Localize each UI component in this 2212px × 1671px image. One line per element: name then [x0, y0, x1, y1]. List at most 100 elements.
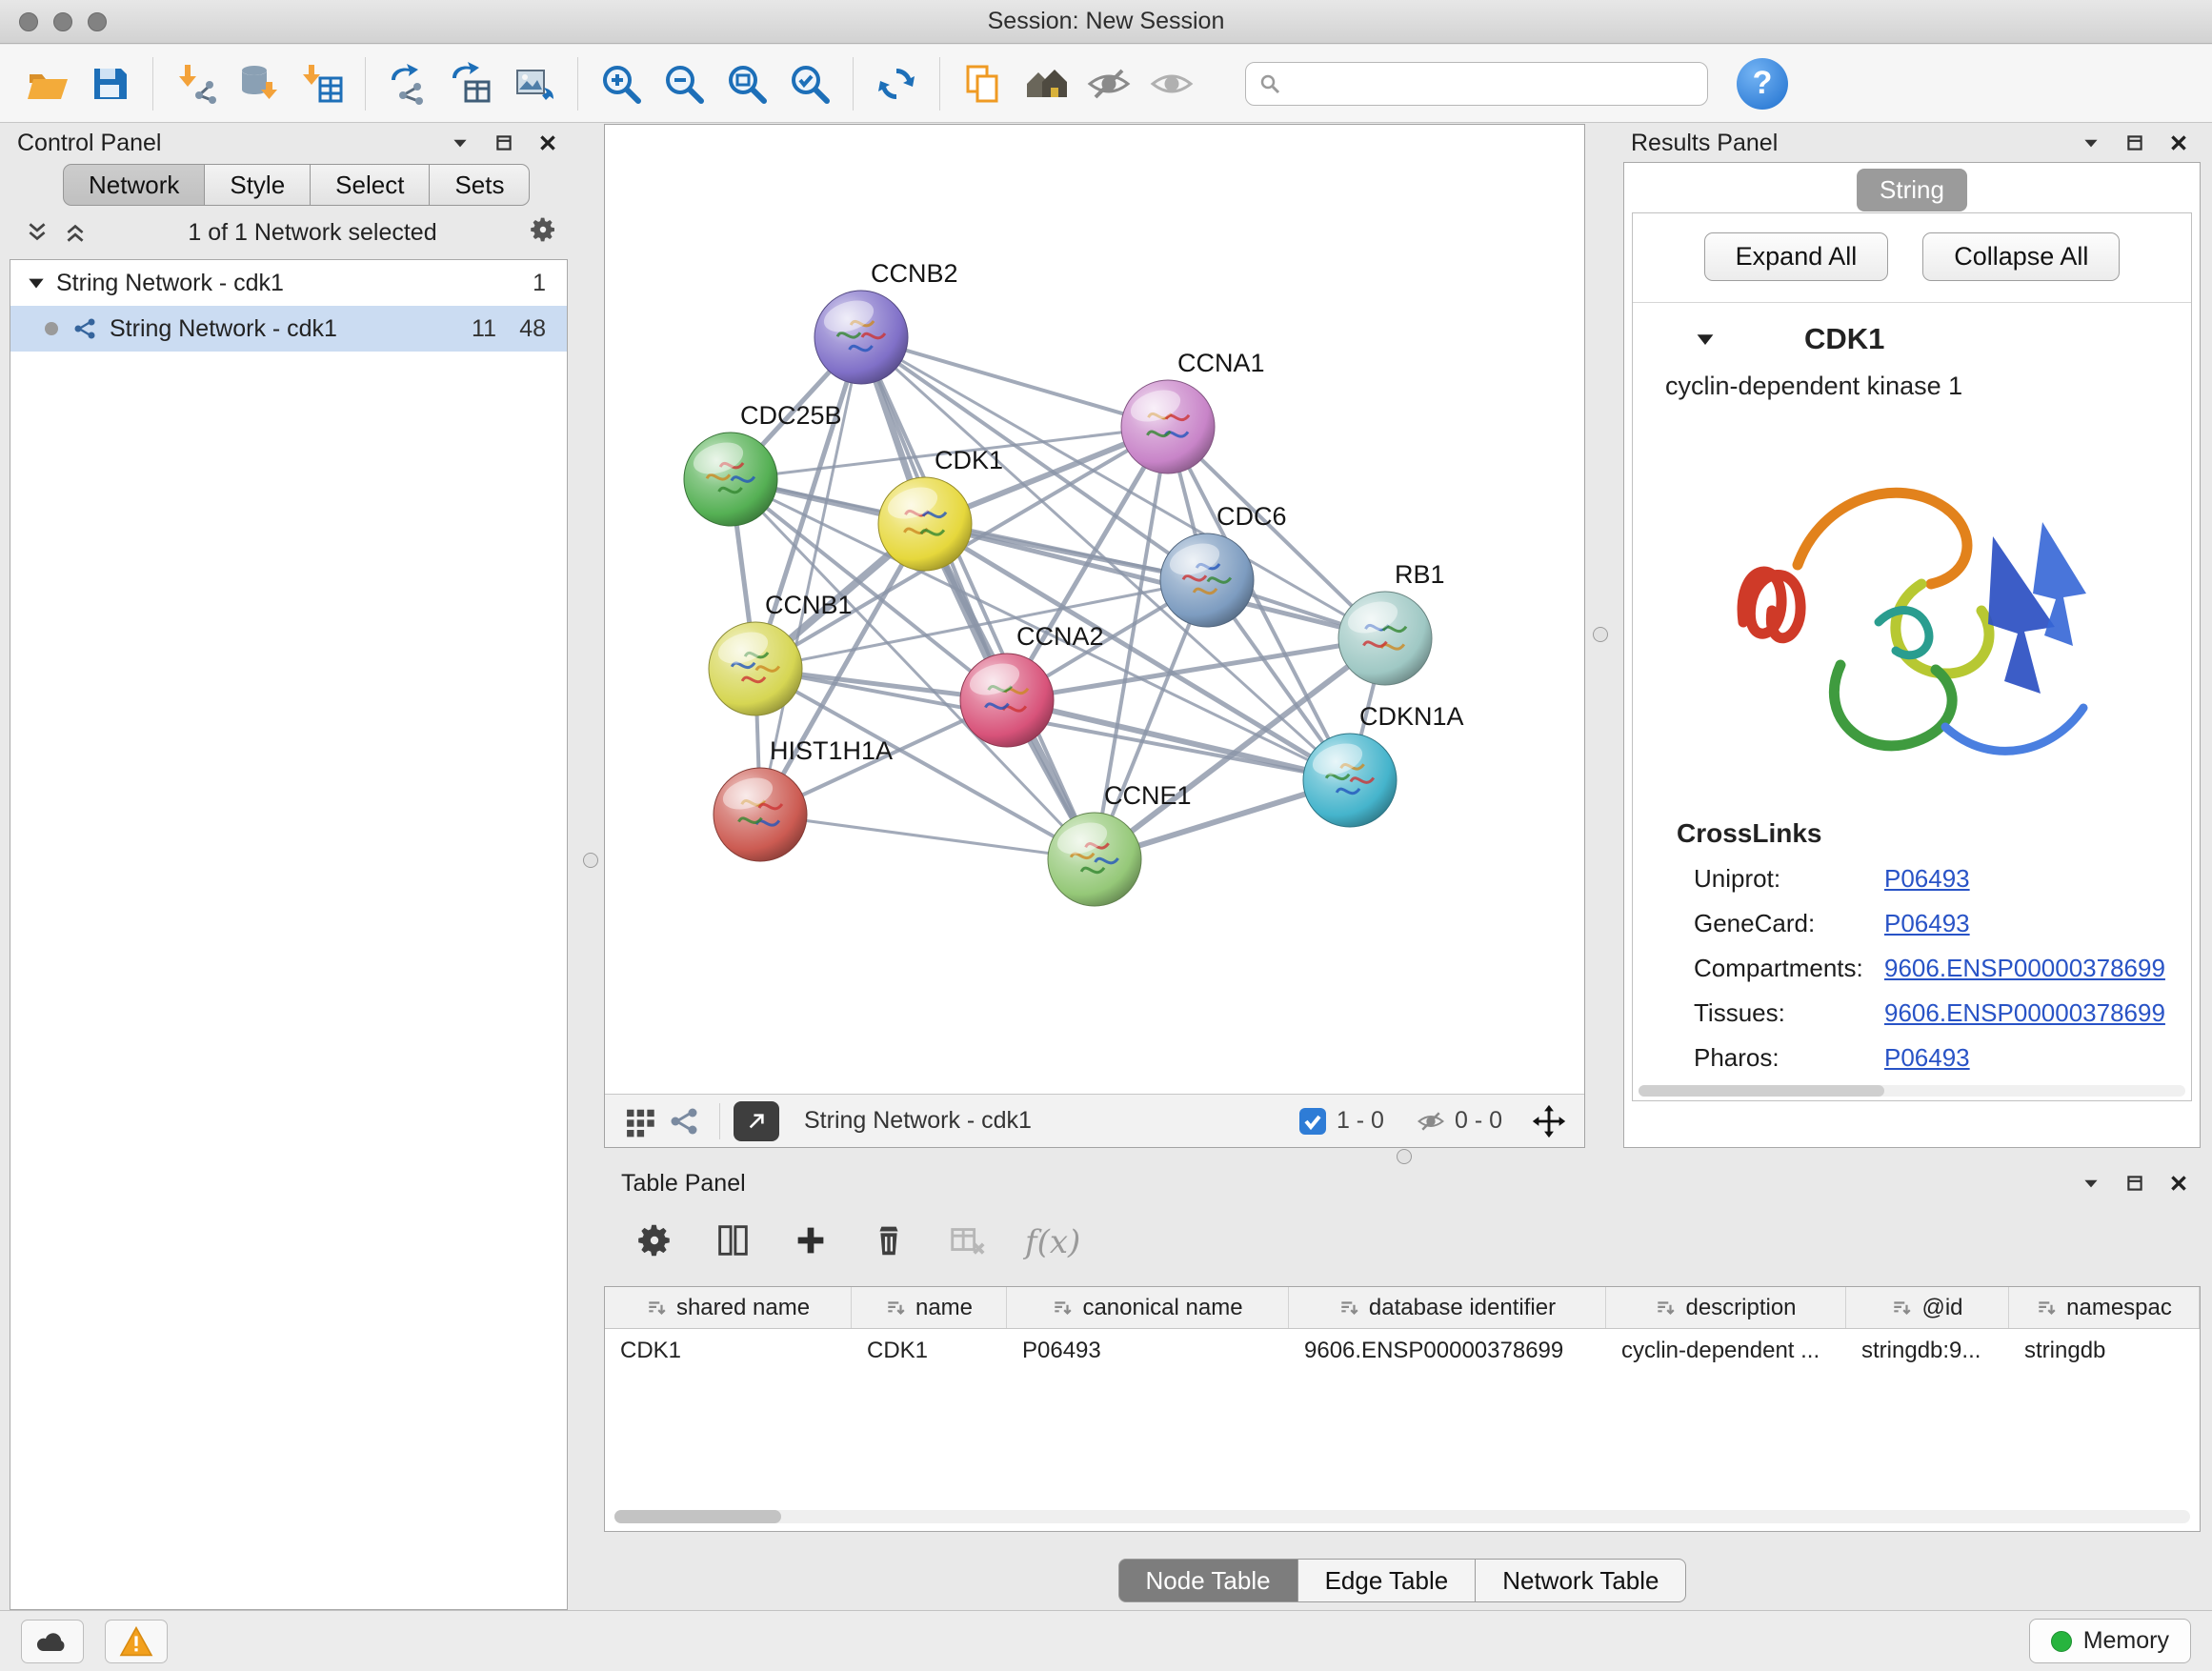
window-zoom-button[interactable]: [88, 12, 107, 31]
copy-document-icon: [960, 61, 1006, 107]
help-button[interactable]: ?: [1737, 58, 1788, 110]
tab-style[interactable]: Style: [204, 164, 311, 206]
close-panel-button[interactable]: [533, 129, 562, 157]
float-window-icon: [2124, 132, 2145, 153]
warnings-button[interactable]: [105, 1620, 168, 1663]
network-node-cdk1[interactable]: [878, 477, 972, 571]
crosslink-pharos-link[interactable]: P06493: [1884, 1043, 1970, 1073]
results-horizontal-scrollbar[interactable]: [1639, 1085, 2185, 1097]
tab-select[interactable]: Select: [310, 164, 430, 206]
panel-menu-button[interactable]: [2077, 1169, 2105, 1198]
import-network-file-button[interactable]: [165, 52, 228, 115]
create-column-button[interactable]: [791, 1220, 831, 1265]
splitter-handle[interactable]: [1593, 627, 1608, 642]
network-node-ccnb2[interactable]: [814, 291, 908, 384]
network-view-mode-button[interactable]: [662, 1101, 706, 1141]
network-node-ccne1[interactable]: [1048, 813, 1141, 906]
column-header-name[interactable]: name: [852, 1287, 1007, 1328]
crosslink-tissues-link[interactable]: 9606.ENSP00000378699: [1884, 998, 2165, 1028]
tab-node-table[interactable]: Node Table: [1118, 1559, 1298, 1602]
table-options-button[interactable]: [634, 1220, 674, 1265]
column-header-description[interactable]: description: [1606, 1287, 1846, 1328]
network-row[interactable]: String Network - cdk1 11 48: [10, 306, 567, 352]
function-builder-button[interactable]: f(x): [1025, 1223, 1080, 1261]
zoom-out-button[interactable]: [653, 52, 715, 115]
network-edge-ccnb2-ccna1[interactable]: [861, 337, 1168, 427]
column-header-namespace[interactable]: namespac: [2009, 1287, 2200, 1328]
home-button[interactable]: [1015, 52, 1077, 115]
main-toolbar: ?: [0, 45, 2212, 123]
copy-document-button[interactable]: [952, 52, 1015, 115]
table-row[interactable]: CDK1 CDK1 P06493 9606.ENSP00000378699 cy…: [605, 1329, 2200, 1373]
tab-network[interactable]: Network: [63, 164, 205, 206]
network-edge-ccne1-hist1h1a[interactable]: [760, 815, 1095, 859]
float-panel-button[interactable]: [2121, 1169, 2149, 1198]
show-all-button[interactable]: [1140, 52, 1203, 115]
checkbox-icon[interactable]: [1298, 1107, 1327, 1136]
collapse-all-button[interactable]: Collapse All: [1922, 232, 2120, 281]
tab-network-table[interactable]: Network Table: [1475, 1559, 1686, 1602]
tab-sets[interactable]: Sets: [429, 164, 530, 206]
network-node-rb1[interactable]: [1338, 592, 1432, 685]
cell-shared-name: CDK1: [605, 1338, 852, 1364]
float-panel-button[interactable]: [2121, 129, 2149, 157]
toolbar-separator: [365, 57, 366, 111]
hide-selected-button[interactable]: [1077, 52, 1140, 115]
detach-view-button[interactable]: [734, 1101, 779, 1141]
crosslink-compartments-link[interactable]: 9606.ENSP00000378699: [1884, 954, 2165, 983]
column-header-database-identifier[interactable]: database identifier: [1289, 1287, 1606, 1328]
memory-button[interactable]: Memory: [2029, 1619, 2191, 1663]
network-options-button[interactable]: [528, 214, 558, 252]
network-node-hist1h1a[interactable]: [714, 768, 807, 861]
delete-column-button[interactable]: [869, 1220, 909, 1265]
delete-table-button[interactable]: [947, 1220, 987, 1265]
expand-all-button[interactable]: Expand All: [1704, 232, 1889, 281]
splitter-handle[interactable]: [583, 853, 598, 868]
import-network-database-button[interactable]: [228, 52, 291, 115]
float-panel-button[interactable]: [490, 129, 518, 157]
export-image-button[interactable]: [503, 52, 566, 115]
show-columns-button[interactable]: [713, 1220, 753, 1265]
zoom-in-button[interactable]: [590, 52, 653, 115]
cloud-status-button[interactable]: [21, 1620, 84, 1663]
panel-menu-button[interactable]: [446, 129, 474, 157]
window-minimize-button[interactable]: [53, 12, 72, 31]
crosslink-uniprot-link[interactable]: P06493: [1884, 864, 1970, 894]
open-session-button[interactable]: [15, 52, 78, 115]
window-close-button[interactable]: [19, 12, 38, 31]
network-canvas[interactable]: CCNB2CCNA1CDC25BCDK1CDC6RB1CCNB1CCNA2CDK…: [605, 125, 1584, 1094]
zoom-selected-button[interactable]: [778, 52, 841, 115]
network-edge-ccna2-cdkn1a[interactable]: [1007, 700, 1350, 780]
string-tab-badge[interactable]: String: [1857, 169, 1967, 211]
network-node-ccna1[interactable]: [1121, 380, 1215, 473]
search-input[interactable]: [1245, 62, 1708, 106]
zoom-fit-button[interactable]: [715, 52, 778, 115]
gene-section-header[interactable]: CDK1: [1633, 303, 2191, 366]
network-node-ccnb1[interactable]: [709, 622, 802, 715]
export-table-button[interactable]: [440, 52, 503, 115]
pan-mode-button[interactable]: [1527, 1101, 1571, 1141]
network-node-ccna2[interactable]: [960, 654, 1054, 747]
tab-edge-table[interactable]: Edge Table: [1297, 1559, 1477, 1602]
apply-layout-button[interactable]: [865, 52, 928, 115]
grid-view-button[interactable]: [618, 1101, 662, 1141]
expand-all-networks-button[interactable]: [59, 216, 91, 249]
column-header-id[interactable]: @id: [1846, 1287, 2009, 1328]
crosslink-genecard-link[interactable]: P06493: [1884, 909, 1970, 938]
hidden-eye-icon[interactable]: [1417, 1107, 1445, 1136]
import-table-file-button[interactable]: [291, 52, 353, 115]
column-header-canonical-name[interactable]: canonical name: [1007, 1287, 1289, 1328]
export-network-button[interactable]: [377, 52, 440, 115]
network-node-cdkn1a[interactable]: [1303, 734, 1397, 827]
column-header-shared-name[interactable]: shared name: [605, 1287, 852, 1328]
table-horizontal-scrollbar[interactable]: [614, 1510, 2190, 1523]
splitter-handle[interactable]: [1397, 1149, 1412, 1164]
close-panel-button[interactable]: [2164, 1169, 2193, 1198]
network-node-cdc6[interactable]: [1160, 534, 1254, 627]
close-panel-button[interactable]: [2164, 129, 2193, 157]
network-collection-row[interactable]: String Network - cdk1 1: [10, 260, 567, 306]
network-node-cdc25b[interactable]: [684, 433, 777, 526]
save-session-button[interactable]: [78, 52, 141, 115]
collapse-all-networks-button[interactable]: [21, 216, 53, 249]
panel-menu-button[interactable]: [2077, 129, 2105, 157]
